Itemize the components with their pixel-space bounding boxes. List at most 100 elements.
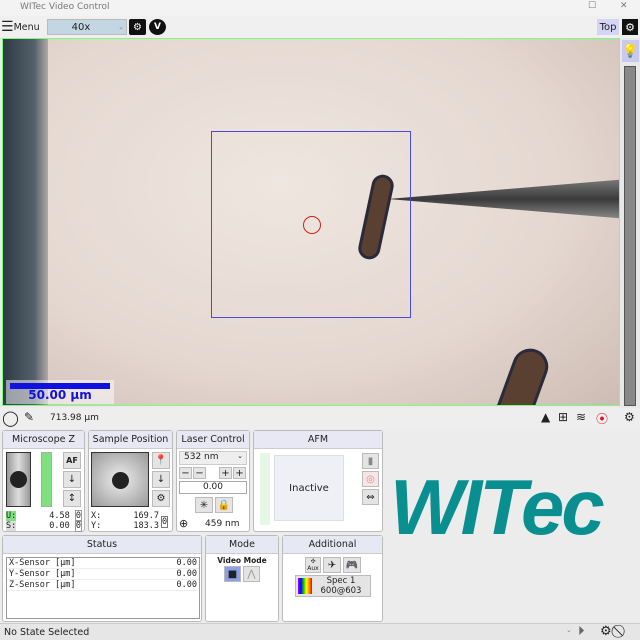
location-pin-icon[interactable]: 📍 <box>152 452 170 469</box>
maximize-button[interactable]: ☐ <box>588 1 596 11</box>
approach-icon[interactable]: ◎ <box>362 471 379 487</box>
range-icon[interactable]: ↕ <box>63 490 81 507</box>
lock-icon[interactable]: 🔒 <box>215 497 233 513</box>
gear-icon[interactable]: ⚙ <box>624 410 635 424</box>
lightbulb-icon[interactable]: 💡 <box>622 40 639 62</box>
spec-grating: 600@603 <box>320 586 362 596</box>
microscope-z-panel: Microscope Z AF ↓ ↕ U: 4.58 0 S: 0.00 0 <box>2 430 85 532</box>
s-value: 0.00 <box>49 521 70 531</box>
power-decrease-small[interactable]: − <box>193 467 206 479</box>
cantilever-icon[interactable]: ▮ <box>362 453 379 469</box>
xy-zero-button[interactable]: 0 <box>161 516 169 528</box>
dark-edge <box>3 39 48 405</box>
gear-icon[interactable]: ⚙ <box>152 490 170 507</box>
v-icon[interactable]: V <box>149 19 166 35</box>
afm-level-bar <box>260 453 270 525</box>
z-joystick[interactable] <box>6 452 31 507</box>
witec-logo: WITec <box>390 463 605 551</box>
close-button[interactable]: ✕ <box>620 1 628 11</box>
power-increase-small[interactable]: + <box>219 467 232 479</box>
grid-icon[interactable]: ⊞ <box>558 410 568 424</box>
camera-settings-icon[interactable]: ⚙ <box>129 19 146 35</box>
power-decrease-large[interactable]: − <box>179 467 192 479</box>
scale-bar-label: 50.00 µm <box>28 388 92 402</box>
hamburger-icon: ☰ <box>1 19 14 35</box>
x-label: X: <box>91 511 102 521</box>
chevron-down-icon[interactable]: ⌄ <box>566 626 572 634</box>
mode-panel: Mode Video Mode ■ ⋀ <box>205 535 279 622</box>
additional-panel: Additional ✣ Aux ✈ 🎮 Spec 1 600@603 <box>282 535 383 622</box>
move-down-icon[interactable]: ↓ <box>63 471 81 488</box>
status-panel: Status X-Sensor [µm] 0.00 Y-Sensor [µm] 0.… <box>2 535 202 622</box>
chevron-down-icon: ⌄ <box>237 452 243 460</box>
afm-tip <box>388 179 619 219</box>
move-down-icon[interactable]: ↓ <box>152 471 170 488</box>
menu-button[interactable]: ☰ Menu <box>1 19 40 35</box>
spectrometer-button[interactable]: Spec 1 600@603 <box>295 575 371 597</box>
menu-label: Menu <box>13 21 40 33</box>
panel-title: AFM <box>254 431 382 449</box>
afm-state: Inactive <box>289 482 329 494</box>
airplane-icon[interactable]: ✈ <box>323 557 341 573</box>
statusbar: No State Selected ⌄ ⏵ ⚙ ⃠ <box>0 623 640 640</box>
chevron-down-icon: ⌄ <box>118 23 124 31</box>
settings-icon[interactable]: ⚙ <box>622 19 638 35</box>
plus-label: + <box>235 467 244 479</box>
objective-value: 40x <box>71 21 91 33</box>
right-sidebar: 💡 <box>620 38 640 408</box>
afm-panel: AFM Inactive ▮ ◎ ⇔ <box>253 430 383 532</box>
panel-title: Microscope Z <box>3 431 84 449</box>
circle-icon[interactable]: ◯ <box>2 409 19 427</box>
scale-bar: 50.00 µm <box>6 380 114 404</box>
move-tip-icon[interactable]: ⇔ <box>362 489 379 505</box>
s-zero-button[interactable]: 0 <box>74 520 82 532</box>
wavelength-select[interactable]: 532 nm ⌄ <box>179 451 247 465</box>
gear-icon[interactable]: ⚙ <box>600 624 612 639</box>
video-camera-icon[interactable]: ■ <box>224 566 241 582</box>
illumination-slider[interactable] <box>624 66 636 406</box>
minus-label: − <box>195 467 204 479</box>
y-label: Y: <box>91 521 102 531</box>
spot-size: 459 nm <box>205 519 240 529</box>
top-button[interactable]: Top <box>597 19 619 35</box>
ruler-icon[interactable]: ✎ <box>24 410 34 424</box>
snapshot-icon[interactable]: ⦿ <box>596 410 608 427</box>
laser-burst-icon[interactable]: ✳ <box>195 497 213 513</box>
layers-icon[interactable]: ≋ <box>576 410 586 424</box>
objective-select[interactable]: 40x ⌄ <box>47 19 127 35</box>
x-value: 169.7 <box>133 511 159 521</box>
panel-title: Status <box>3 536 201 554</box>
power-increase-large[interactable]: + <box>233 467 246 479</box>
toolbar: ☰ Menu 40x ⌄ ⚙ V Top ⚙ <box>0 16 640 38</box>
top-label: Top <box>599 21 617 33</box>
status-row-value: 0.00 <box>176 558 197 568</box>
laser-power-field[interactable]: 0.00 <box>179 481 247 494</box>
panel-title: Mode <box>206 536 278 554</box>
aux-button[interactable]: ✣ Aux <box>305 557 321 573</box>
spectrum-icon[interactable]: ⋀ <box>243 566 260 582</box>
mountain-icon[interactable]: ▲ <box>541 410 550 424</box>
status-row-name: Z-Sensor [µm] <box>9 580 76 590</box>
autofocus-button[interactable]: AF <box>63 452 81 469</box>
laser-control-panel: Laser Control 532 nm ⌄ − − + + 0.00 ✳ 🔒 ⊕… <box>176 430 250 532</box>
sample-position-panel: Sample Position 📍 ↓ ⚙ X: 169.7 Y: 183.3 0 <box>88 430 173 532</box>
window-title: WITec Video Control <box>20 2 110 12</box>
spec-name: Spec 1 <box>326 576 356 586</box>
play-icon[interactable]: ⏵ <box>578 624 585 639</box>
bottom-bar: ◯ ✎ 713.98 µm ▲ ⊞ ≋ ⦿ ⚙ <box>0 408 640 429</box>
particle <box>488 343 554 405</box>
u-label: U: <box>6 511 17 521</box>
minus-label: − <box>181 467 190 479</box>
video-view[interactable]: 50.00 µm <box>2 38 620 406</box>
status-row: Y-Sensor [µm] 0.00 <box>7 569 199 580</box>
mode-label: Video Mode <box>217 556 267 565</box>
gamepad-icon[interactable]: 🎮 <box>343 557 361 573</box>
state-selector[interactable]: No State Selected <box>4 627 89 638</box>
xy-joystick[interactable] <box>91 452 149 507</box>
spectrum-rainbow-icon <box>298 578 312 594</box>
status-row-value: 0.00 <box>176 569 197 579</box>
status-row: X-Sensor [µm] 0.00 <box>7 558 199 569</box>
wavelength-value: 532 nm <box>184 452 219 462</box>
aux-label: Aux <box>307 565 319 572</box>
panel-title: Additional <box>283 536 382 554</box>
